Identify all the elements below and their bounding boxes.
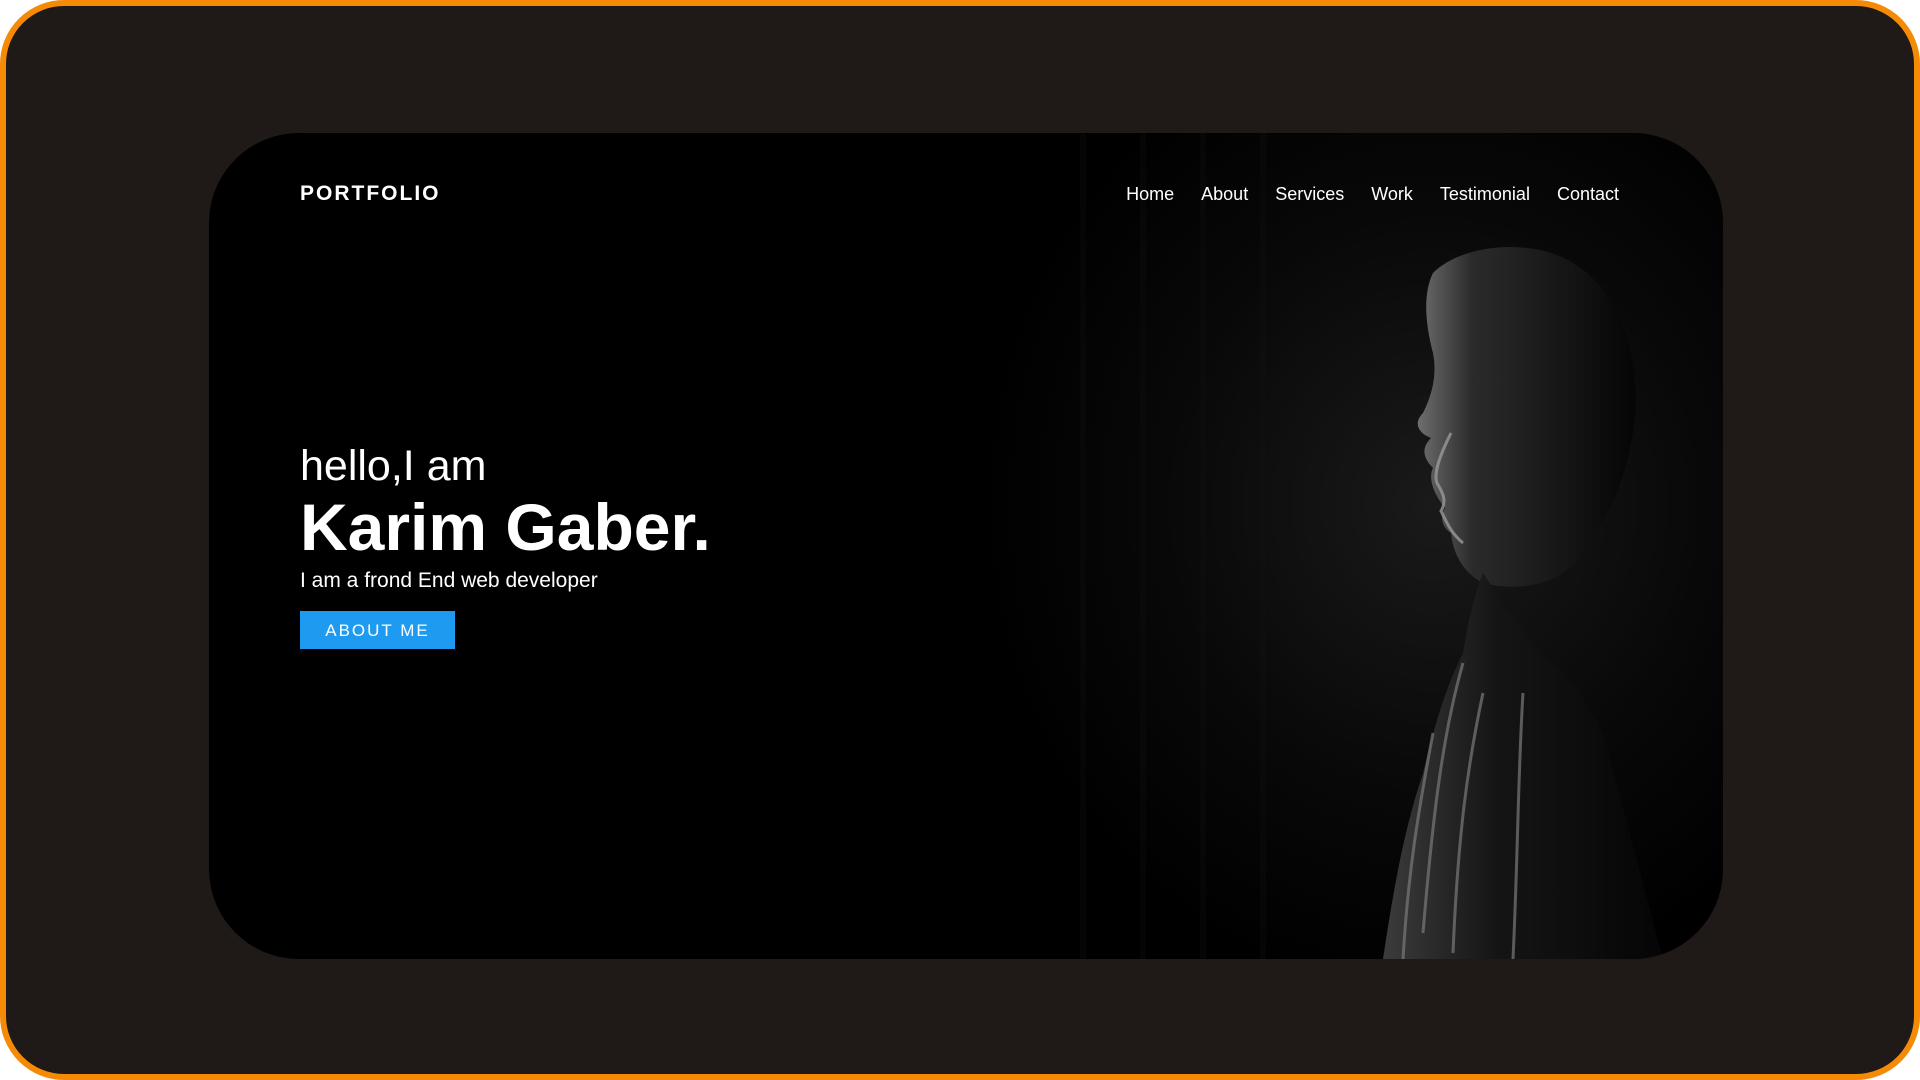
navbar: PORTFOLIO Home About Services Work Testi…	[300, 169, 1619, 219]
about-me-button[interactable]: ABOUT ME	[300, 611, 455, 649]
nav-link-testimonial[interactable]: Testimonial	[1440, 184, 1530, 205]
nav-link-contact[interactable]: Contact	[1557, 184, 1619, 205]
nav-link-home[interactable]: Home	[1126, 184, 1174, 205]
hero-name: Karim Gaber.	[300, 490, 711, 564]
portrait-image	[963, 133, 1723, 959]
outer-frame: PORTFOLIO Home About Services Work Testi…	[0, 0, 1920, 1080]
hero-card: PORTFOLIO Home About Services Work Testi…	[209, 133, 1723, 959]
nav-menu: Home About Services Work Testimonial Con…	[1126, 184, 1619, 205]
nav-link-services[interactable]: Services	[1275, 184, 1344, 205]
hero-tagline: I am a frond End web developer	[300, 569, 598, 592]
hero-intro: hello,I am Karim Gaber. I am a frond End…	[300, 441, 711, 649]
nav-link-work[interactable]: Work	[1371, 184, 1413, 205]
hero-greeting: hello,I am	[300, 442, 487, 490]
site-logo[interactable]: PORTFOLIO	[300, 182, 441, 206]
nav-link-about[interactable]: About	[1201, 184, 1248, 205]
